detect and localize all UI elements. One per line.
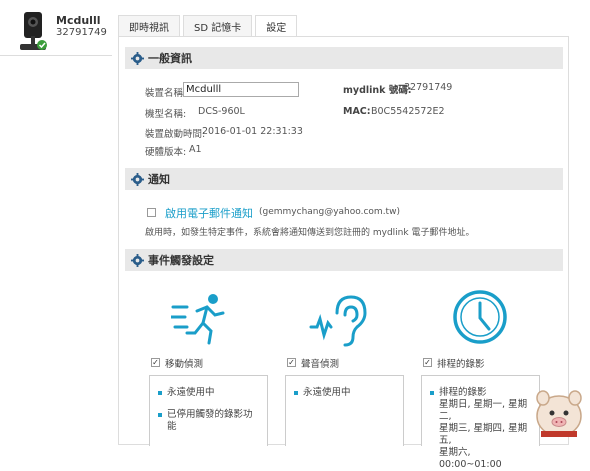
mac-label: MAC:: [343, 106, 371, 117]
tab-settings[interactable]: 設定: [255, 15, 298, 37]
tab-sd-card[interactable]: SD 記憶卡: [183, 15, 253, 37]
mydlink-value: 32791749: [404, 82, 453, 93]
scheduled-record-checkbox[interactable]: ✓: [423, 358, 432, 367]
event-section-header: 事件觸發設定: [125, 249, 563, 271]
mascot-watermark-icon: [536, 390, 582, 437]
notify-description: 啟用時，如發生特定事件，系統會將通知傳送到您註冊的 mydlink 電子郵件地址…: [145, 228, 475, 238]
device-card[interactable]: Mcdulll 32791749: [8, 4, 108, 56]
list-item: 已停用觸發的錄影功能: [158, 409, 259, 433]
motion-detect-checkbox[interactable]: ✓: [151, 358, 160, 367]
email-notify-checkbox[interactable]: [147, 208, 156, 217]
running-person-icon: [171, 294, 225, 345]
mac-value: B0C5542572E2: [371, 106, 445, 117]
hw-version-value: A1: [189, 144, 202, 155]
gear-icon: [131, 172, 144, 186]
model-value: DCS-960L: [198, 106, 245, 117]
device-name: Mcdulll: [56, 14, 101, 27]
gear-icon: [131, 51, 144, 65]
list-item: 永遠使用中: [158, 387, 259, 399]
scheduled-record-box[interactable]: 排程的錄影 星期日, 星期一, 星期二, 星期三, 星期四, 星期五, 星期六,…: [421, 375, 540, 470]
ear-sound-icon: [309, 295, 367, 347]
list-item: 排程的錄影 星期日, 星期一, 星期二, 星期三, 星期四, 星期五, 星期六,…: [430, 387, 531, 471]
tab-bar: 即時視訊 SD 記憶卡 設定: [118, 15, 300, 37]
email-notify-link[interactable]: 啟用電子郵件通知: [165, 205, 253, 221]
device-name-input[interactable]: [183, 82, 299, 97]
sound-detect-box[interactable]: 永遠使用中: [285, 375, 404, 446]
motion-detect-label: 移動偵測: [165, 359, 204, 370]
event-section-title: 事件觸發設定: [148, 254, 214, 267]
notify-section-title: 通知: [148, 173, 170, 186]
tab-live-view[interactable]: 即時視訊: [118, 15, 180, 37]
sound-detect-label: 聲音偵測: [301, 359, 340, 370]
model-label: 機型名稱:: [145, 109, 187, 120]
activation-label: 裝置啟動時間:: [145, 129, 206, 140]
camera-thumbnail-icon: [20, 12, 47, 50]
mydlink-label: mydlink 號碼:: [343, 85, 412, 96]
general-section-title: 一般資訊: [148, 52, 192, 65]
notify-email-address: (gemmychang@yahoo.com.tw): [259, 207, 400, 217]
hw-version-label: 硬體版本:: [145, 147, 187, 158]
gear-icon: [131, 253, 144, 267]
general-section-header: 一般資訊: [125, 47, 563, 69]
device-id: 32791749: [56, 27, 107, 38]
scheduled-record-label: 排程的錄影: [437, 359, 485, 370]
motion-detect-box[interactable]: 永遠使用中 已停用觸發的錄影功能: [149, 375, 268, 446]
notify-section-header: 通知: [125, 168, 563, 190]
left-divider: [0, 55, 112, 56]
clock-icon: [453, 290, 507, 344]
list-item: 永遠使用中: [294, 387, 395, 399]
settings-panel: 一般資訊 裝置名稱: 機型名稱: DCS-960L 裝置啟動時間: 2016-0…: [118, 36, 569, 470]
sound-detect-checkbox[interactable]: ✓: [287, 358, 296, 367]
activation-value: 2016-01-01 22:31:33: [202, 126, 303, 137]
device-name-label: 裝置名稱:: [145, 88, 187, 99]
